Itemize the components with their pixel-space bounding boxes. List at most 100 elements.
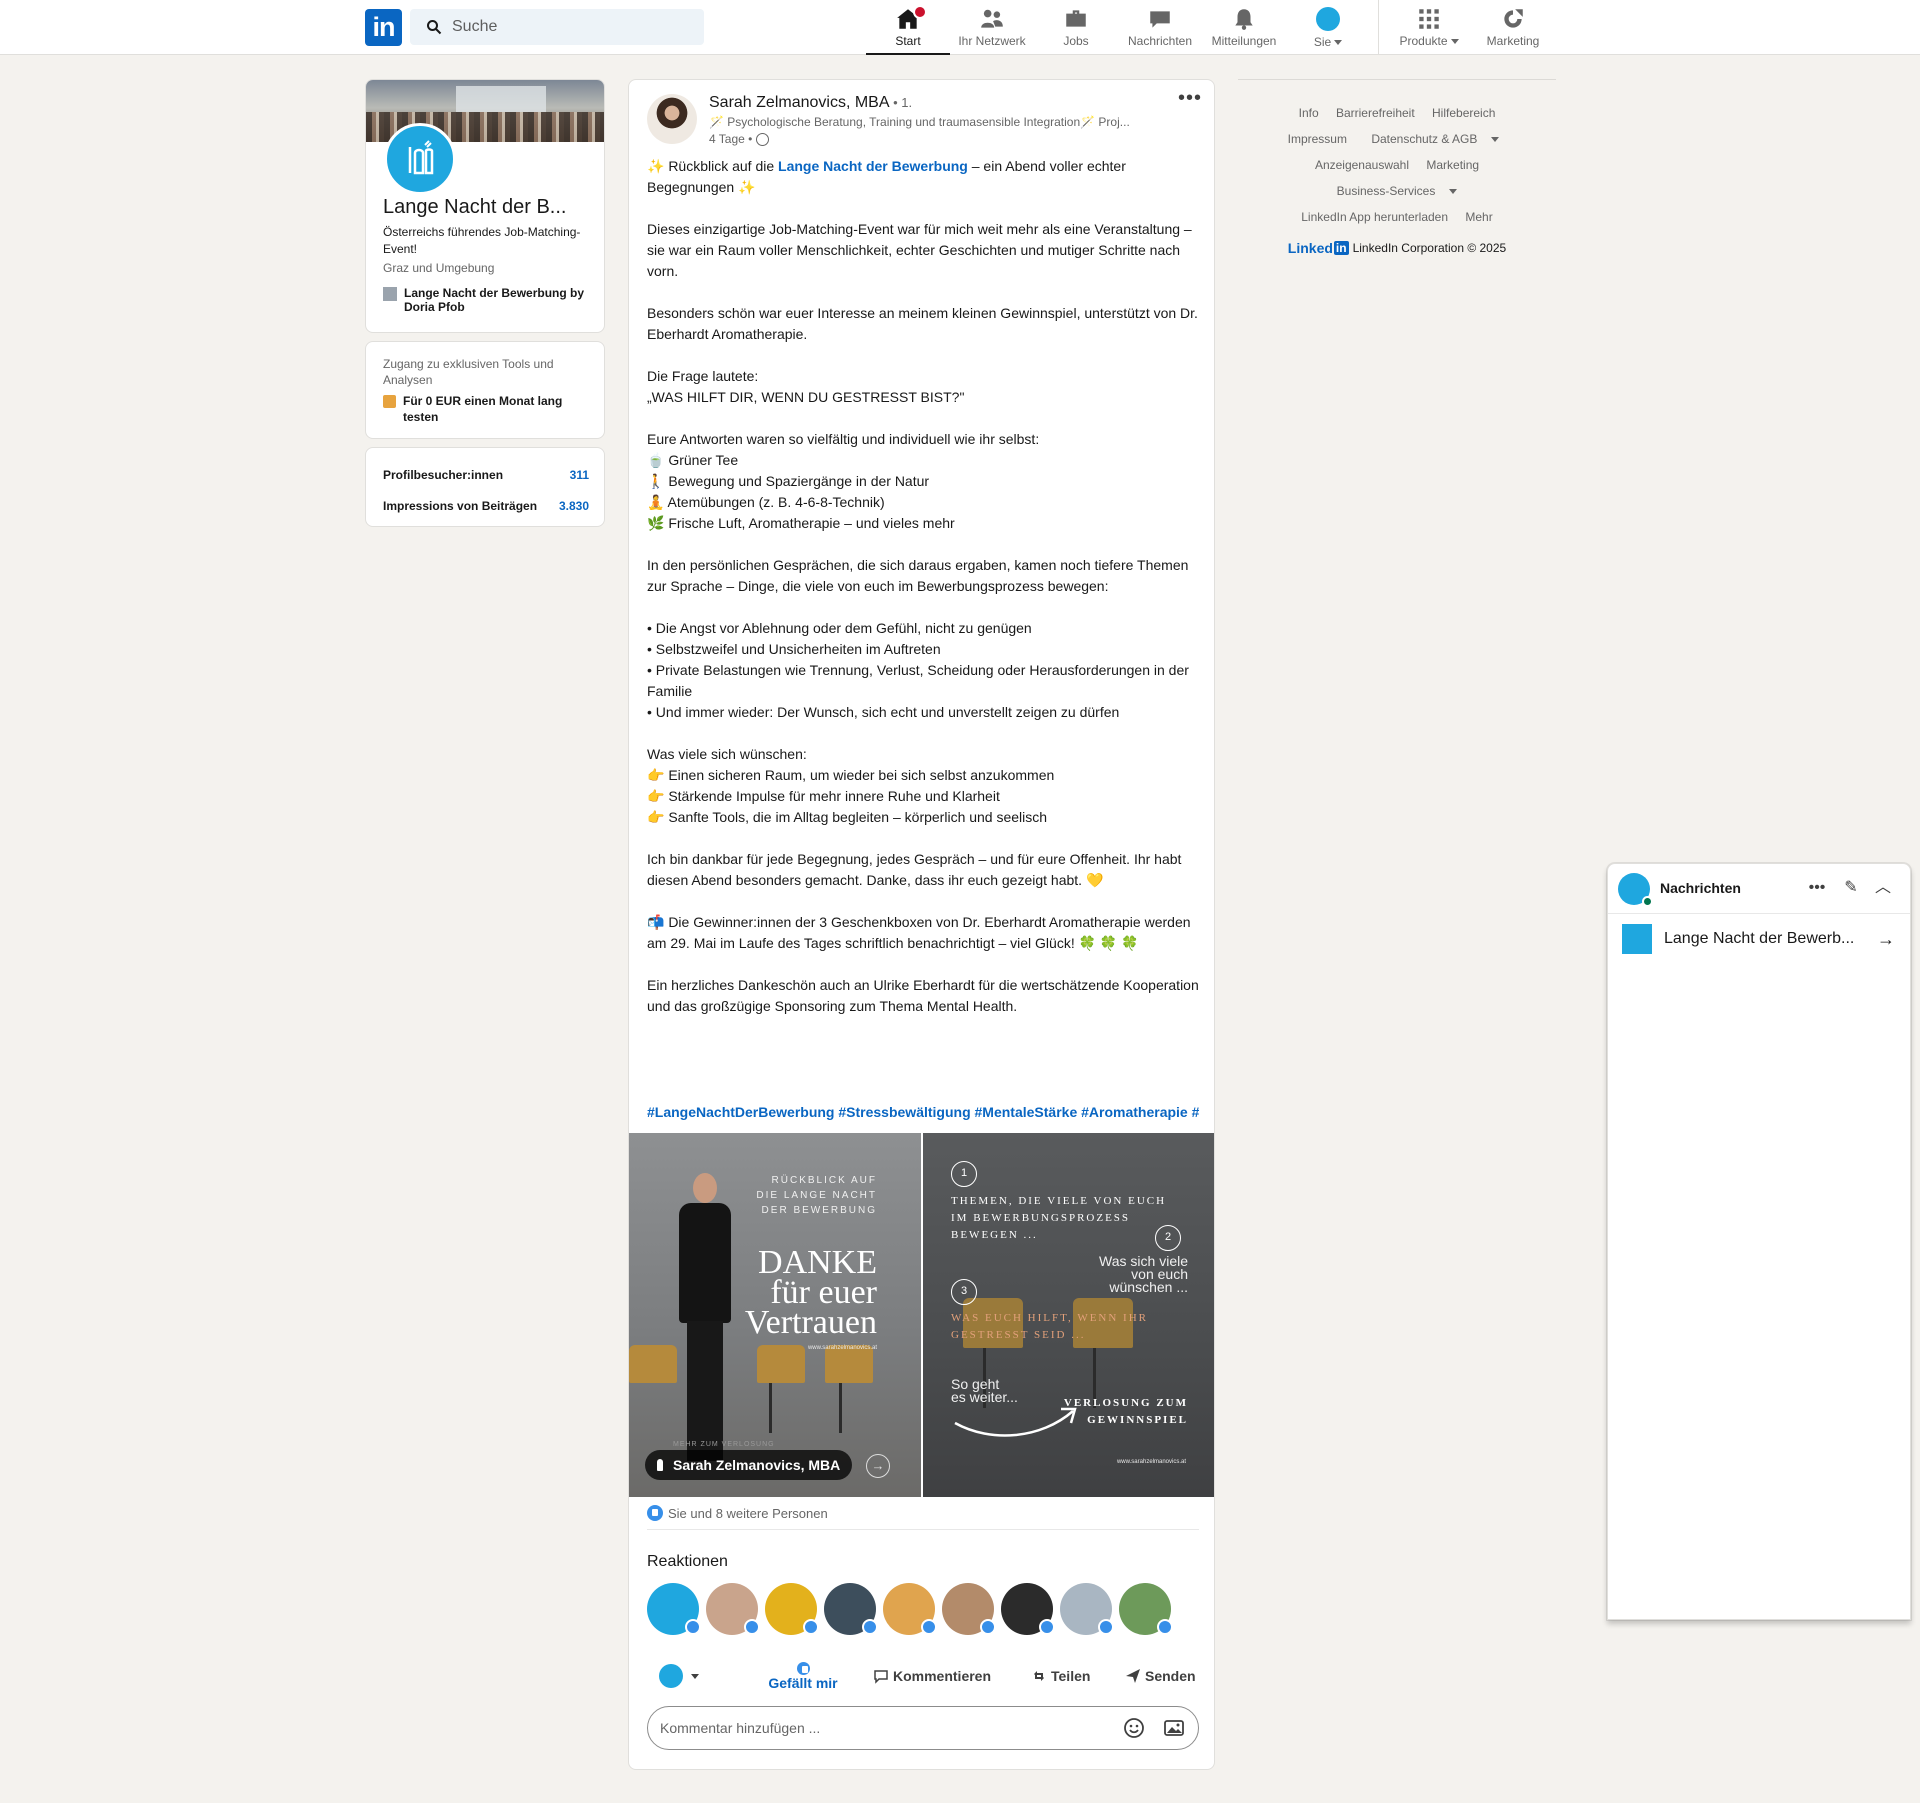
premium-cta[interactable]: Für 0 EUR einen Monat lang testen — [383, 393, 583, 425]
nav-messaging[interactable]: Nachrichten — [1118, 0, 1202, 55]
compose-icon[interactable]: ✎ — [1840, 877, 1862, 899]
org-logo[interactable] — [384, 123, 456, 195]
search-input[interactable]: Suche — [452, 18, 497, 36]
like-button[interactable]: Gefällt mir — [733, 1661, 873, 1691]
reactor-avatar[interactable] — [1060, 1583, 1114, 1635]
event-link[interactable]: Lange Nacht der Bewerbung — [778, 158, 968, 174]
comment-box[interactable] — [647, 1706, 1199, 1750]
footer-link-ad-choices[interactable]: Anzeigenauswahl — [1315, 158, 1409, 172]
reactor-avatar[interactable] — [883, 1583, 937, 1635]
nav-notifications[interactable]: Mitteilungen — [1202, 0, 1286, 55]
divider — [647, 1529, 1199, 1530]
nav-label: Mitteilungen — [1211, 34, 1277, 48]
footer-link-accessibility[interactable]: Barrierefreiheit — [1336, 106, 1415, 120]
brand-text: Linked — [1287, 240, 1333, 256]
nav-network[interactable]: Ihr Netzwerk — [950, 0, 1034, 55]
post-paragraph: • Selbstzweifel und Unsicherheiten im Au… — [647, 641, 941, 657]
nav-me[interactable]: Sie — [1286, 0, 1370, 55]
post-paragraph: Besonders schön war euer Interesse an me… — [647, 305, 1202, 342]
company-icon — [383, 287, 397, 301]
footer-link-privacy[interactable]: Datenschutz & AGB — [1364, 132, 1506, 146]
post-paragraph: Eure Antworten waren so vielfältig und i… — [647, 431, 1040, 447]
likes-summary[interactable]: Sie und 8 weitere Personen — [647, 1505, 828, 1521]
post-image-thanks[interactable]: RÜCKBLICK AUF DIE LANGE NACHT DER BEWERB… — [629, 1133, 921, 1497]
reactor-avatar[interactable] — [1119, 1583, 1173, 1635]
reactor-avatar[interactable] — [765, 1583, 819, 1635]
reactor-avatar[interactable] — [1001, 1583, 1055, 1635]
reactor-avatar[interactable] — [706, 1583, 760, 1635]
footer-link-info[interactable]: Info — [1299, 106, 1319, 120]
post-image-topics[interactable]: 1 THEMEN, DIE VIELE VON EUCH IM BEWERBUN… — [923, 1133, 1214, 1497]
me-avatar — [1316, 7, 1340, 31]
author-avatar[interactable] — [647, 94, 697, 144]
footer-link-imprint[interactable]: Impressum — [1288, 132, 1347, 146]
messaging-more-icon[interactable]: ••• — [1806, 877, 1828, 899]
like-label: Gefällt mir — [768, 1674, 838, 1691]
linkedin-wordmark: Linked in — [1288, 235, 1349, 261]
caret-down-icon — [1334, 40, 1343, 46]
linkedin-logo[interactable]: in — [365, 9, 402, 46]
post-images[interactable]: RÜCKBLICK AUF DIE LANGE NACHT DER BEWERB… — [629, 1133, 1214, 1497]
post-hashtags[interactable]: #LangeNachtDerBewerbung #Stressbewältigu… — [647, 1104, 1199, 1120]
stat-profile-visitors[interactable]: Profilbesucher:innen 311 — [383, 468, 589, 482]
person-tag[interactable]: Sarah Zelmanovics, MBA — [645, 1450, 853, 1480]
author-name[interactable]: Sarah Zelmanovics, MBA • 1. — [709, 94, 912, 112]
image-website: www.sarahzelmanovics.at — [1116, 1459, 1186, 1465]
footer-link-app[interactable]: LinkedIn App herunterladen — [1301, 210, 1448, 224]
author-name-text: Sarah Zelmanovics, MBA — [709, 94, 890, 111]
nav-jobs[interactable]: Jobs — [1034, 0, 1118, 55]
share-button[interactable]: Teilen — [1031, 1668, 1125, 1684]
nav-marketing[interactable]: Marketing — [1471, 0, 1555, 55]
profile-page-link[interactable]: Lange Nacht der Bewerbung by Doria Pfob — [383, 286, 604, 314]
nav-start[interactable]: Start — [866, 0, 950, 55]
search-box[interactable]: Suche — [410, 9, 704, 45]
stat-value: 3.830 — [558, 499, 589, 513]
post-paragraph: Ein herzliches Dankeschön auch an Ulrike… — [647, 977, 1203, 1014]
copyright: Linked in LinkedIn Corporation © 2025 — [1238, 235, 1556, 261]
post-more-button[interactable]: ••• — [1175, 88, 1205, 114]
nav-label: Produkte — [1399, 34, 1459, 48]
collapse-icon[interactable]: ︿ — [1872, 877, 1894, 899]
copyright-text: LinkedIn Corporation © 2025 — [1352, 241, 1507, 255]
post-intro: ✨ Rückblick auf die Lange Nacht der Bewe… — [647, 156, 1199, 198]
reactor-avatar[interactable] — [647, 1583, 701, 1635]
conversation-item[interactable]: Lange Nacht der Bewerb... → — [1608, 914, 1910, 964]
arrow-right-icon[interactable]: → — [1877, 929, 1895, 950]
footer-link-help[interactable]: Hilfebereich — [1432, 106, 1495, 120]
nav-me-label: Sie — [1313, 35, 1332, 49]
profile-card[interactable]: Lange Nacht der B... Österreichs führend… — [365, 79, 605, 333]
post-actions: Gefällt mir Kommentieren Teilen Senden — [647, 1651, 1199, 1701]
comment-button[interactable]: Kommentieren — [873, 1668, 1031, 1684]
big-line-3: Vertrauen — [744, 1304, 877, 1341]
comment-icon — [874, 1670, 888, 1684]
stat-impressions[interactable]: Impressions von Beiträgen 3.830 — [383, 499, 589, 513]
send-button[interactable]: Senden — [1125, 1668, 1196, 1684]
footer-links: Info Barrierefreiheit Hilfebereich Impre… — [1238, 100, 1556, 261]
post-text: ✨ Rückblick auf die Lange Nacht der Bewe… — [647, 156, 1199, 1017]
nav-products[interactable]: Produkte — [1387, 0, 1471, 55]
reaction-identity-selector[interactable] — [647, 1664, 733, 1688]
messaging-header[interactable]: Nachrichten ••• ✎ ︿ — [1608, 864, 1910, 914]
person-body — [679, 1203, 731, 1323]
footer-link-business[interactable]: Business-Services — [1330, 184, 1465, 198]
reactor-avatar[interactable] — [942, 1583, 996, 1635]
like-reaction-icon — [1039, 1619, 1055, 1635]
conversation-avatar — [1622, 924, 1652, 954]
emoji-icon[interactable] — [1122, 1716, 1146, 1740]
like-reaction-icon — [921, 1619, 937, 1635]
reactor-list — [647, 1583, 1178, 1635]
image-icon[interactable] — [1162, 1716, 1186, 1740]
send-icon — [1126, 1669, 1140, 1683]
profile-name[interactable]: Lange Nacht der B... — [383, 196, 566, 219]
reactions-title: Reaktionen — [647, 1553, 728, 1570]
reactor-avatar[interactable] — [824, 1583, 878, 1635]
footer-link-more[interactable]: Mehr — [1465, 210, 1492, 224]
premium-card[interactable]: Zugang zu exklusiven Tools und Analysen … — [365, 341, 605, 439]
footer-link-marketing[interactable]: Marketing — [1426, 158, 1479, 172]
comment-input[interactable] — [660, 1720, 1106, 1736]
